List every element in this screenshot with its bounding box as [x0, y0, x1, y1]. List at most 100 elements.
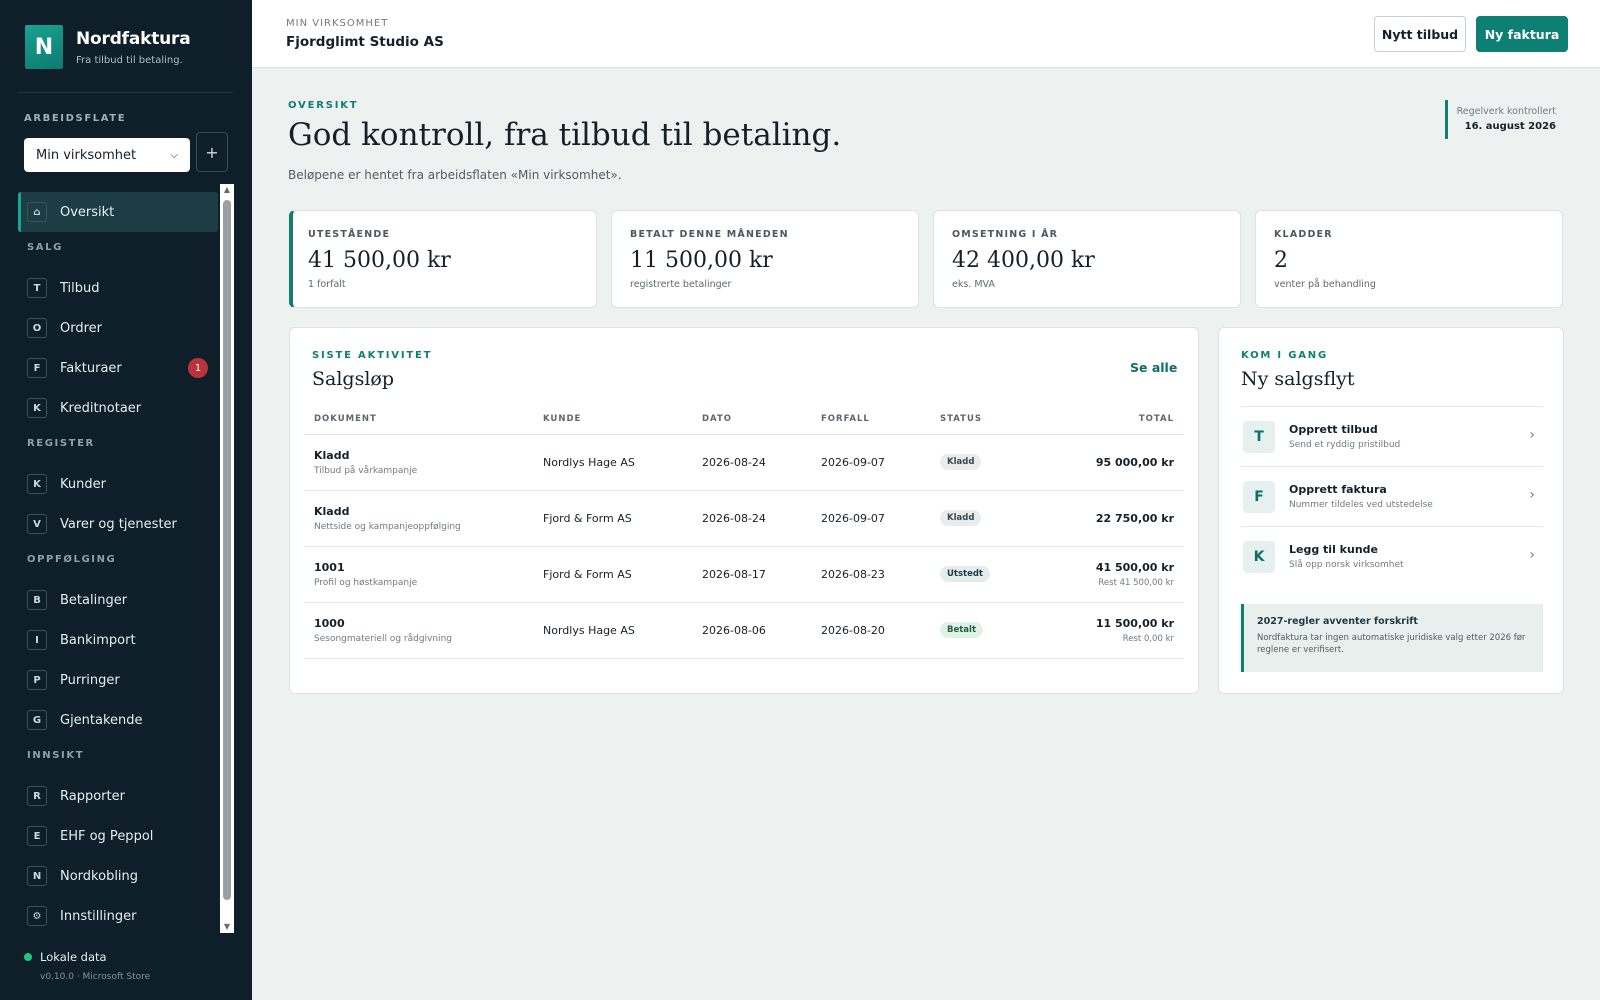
status-badge: Kladd — [940, 454, 982, 470]
brand[interactable]: N Nordfaktura Fra tilbud til betaling. — [25, 25, 191, 69]
sidebar-item-tilbud[interactable]: T Tilbud — [18, 268, 218, 308]
nav-section-label: SALG — [27, 242, 63, 253]
sidebar: N Nordfaktura Fra tilbud til betaling. A… — [0, 0, 252, 1000]
workspace-label: ARBEIDSFLATE — [24, 113, 127, 124]
due-cell: 2026-09-07 — [821, 490, 940, 547]
scroll-up-arrow-icon[interactable]: ▲ — [222, 185, 232, 195]
sidebar-nav: ⌂ Oversikt SALG T Tilbud O Ordrer F Fakturaer 1 K K… — [18, 190, 218, 933]
sidebar-item-gjentakende[interactable]: G Gjentakende — [18, 700, 218, 740]
remaining-amount: Rest 41 500,00 kr — [1098, 577, 1174, 588]
sidebar-item-innstillinger[interactable]: ⚙ Innstillinger — [18, 896, 218, 933]
activity-panel: SISTE AKTIVITET Salgsløp Se alle DOKUMEN… — [289, 327, 1199, 694]
action-subtitle: Send et ryddig pristilbud — [1289, 440, 1401, 450]
table-row[interactable]: Kladd Tilbud på vårkampanje Nordlys Hage A… — [304, 434, 1184, 491]
sidebar-item-purringer[interactable]: P Purringer — [18, 660, 218, 700]
status-badge: Betalt — [940, 622, 984, 638]
nav-key-icon: K — [27, 398, 47, 418]
sidebar-item-label: Innstillinger — [60, 908, 137, 924]
quick-action-opprett-faktura[interactable]: F Opprett faktura Nummer tildeles ved utst… — [1241, 466, 1543, 526]
see-all-link[interactable]: Se alle — [1130, 360, 1177, 375]
sidebar-item-label: Oversikt — [60, 204, 115, 220]
col-due: FORFALL — [821, 404, 940, 435]
nav-key-icon: ⌂ — [27, 202, 47, 222]
scroll-thumb[interactable] — [223, 200, 231, 900]
sidebar-item-kunder[interactable]: K Kunder — [18, 464, 218, 504]
local-data-status: Lokale data — [24, 950, 107, 964]
new-invoice-button[interactable]: Ny faktura — [1476, 16, 1568, 52]
sidebar-item-label: EHF og Peppol — [60, 828, 154, 844]
table-row[interactable]: 1000 Sesongmateriell og rådgivning Nordlys… — [304, 602, 1184, 659]
sidebar-item-ordrer[interactable]: O Ordrer — [18, 308, 218, 348]
stat-note: 1 forfalt — [308, 279, 346, 290]
sidebar-item-kreditnotaer[interactable]: K Kreditnotaer — [18, 388, 218, 428]
nav-key-icon: ⚙ — [27, 906, 47, 926]
scroll-down-arrow-icon[interactable]: ▼ — [222, 922, 232, 932]
app-name: Nordfaktura — [76, 29, 191, 49]
quick-action-legg-til-kunde[interactable]: K Legg til kunde Slå opp norsk virksomhet › — [1241, 526, 1543, 586]
nav-key-icon: T — [27, 278, 47, 298]
topbar: MIN VIRKSOMHET Fjordglimt Studio AS Nytt… — [252, 0, 1600, 68]
sidebar-item-rapporter[interactable]: R Rapporter — [18, 776, 218, 816]
sidebar-item-ehf-og-peppol[interactable]: E EHF og Peppol — [18, 816, 218, 856]
document-description: Tilbud på vårkampanje — [314, 465, 418, 476]
chevron-down-icon: ⌵ — [170, 149, 178, 161]
sidebar-item-oversikt[interactable]: ⌂ Oversikt — [18, 192, 218, 232]
stat-label: KLADDER — [1274, 229, 1333, 240]
sidebar-item-label: Betalinger — [60, 592, 128, 608]
sidebar-scrollbar[interactable]: ▲ ▼ — [220, 184, 234, 933]
table-header-row: DOKUMENT KUNDE DATO FORFALL STATUS TOTAL — [304, 404, 1184, 435]
regulation-check: Regelverk kontrollert 16. august 2026 — [1445, 100, 1556, 139]
activity-eyebrow: SISTE AKTIVITET — [312, 350, 433, 361]
sidebar-item-label: Ordrer — [60, 320, 103, 336]
workspace-select[interactable]: Min virksomhet ⌵ — [24, 138, 190, 172]
sidebar-item-label: Gjentakende — [60, 712, 143, 728]
page-subtitle: Beløpene er hentet fra arbeidsflaten «Mi… — [288, 168, 622, 182]
total-amount: 95 000,00 kr — [1095, 455, 1174, 469]
getting-started-title: Ny salgsflyt — [1241, 368, 1355, 390]
document-number: 1000 — [314, 616, 345, 630]
nav-key-icon: G — [27, 710, 47, 730]
nav-key-icon: B — [27, 590, 47, 610]
nav-section-label: INNSIKT — [27, 750, 85, 761]
nav-key-icon: E — [27, 826, 47, 846]
add-workspace-button[interactable]: + — [196, 132, 228, 172]
stat-value: 41 500,00 kr — [308, 248, 451, 273]
stat-card-outstanding: UTESTÅENDE 41 500,00 kr 1 forfalt — [289, 210, 597, 308]
activity-title: Salgsløp — [312, 368, 395, 390]
action-key-icon: F — [1243, 480, 1275, 513]
nav-section-label: REGISTER — [27, 438, 95, 449]
activity-table: DOKUMENT KUNDE DATO FORFALL STATUS TOTAL… — [304, 404, 1184, 659]
sidebar-item-varer-og-tjenester[interactable]: V Varer og tjenester — [18, 504, 218, 544]
company-label: MIN VIRKSOMHET — [286, 18, 389, 29]
action-key-icon: T — [1243, 420, 1275, 453]
due-cell: 2026-09-07 — [821, 434, 940, 491]
due-cell: 2026-08-23 — [821, 546, 940, 603]
col-total: TOTAL — [1050, 404, 1184, 435]
quick-action-opprett-tilbud[interactable]: T Opprett tilbud Send et ryddig pristilbud… — [1241, 406, 1543, 466]
remaining-amount: Rest 0,00 kr — [1122, 633, 1174, 644]
overview-eyebrow: OVERSIKT — [288, 100, 359, 111]
due-cell: 2026-08-20 — [821, 602, 940, 659]
date-cell: 2026-08-24 — [702, 434, 821, 491]
stat-note: venter på behandling — [1274, 279, 1376, 290]
getting-started-panel: KOM I GANG Ny salgsflyt T Opprett tilbud S… — [1218, 327, 1564, 694]
document-description: Nettside og kampanjeoppfølging — [314, 521, 461, 532]
notice-text: Nordfaktura tar ingen automatiske juridi… — [1257, 633, 1526, 655]
sidebar-item-label: Kreditnotaer — [60, 400, 142, 416]
new-offer-button[interactable]: Nytt tilbud — [1374, 16, 1466, 52]
sidebar-item-fakturaer[interactable]: F Fakturaer 1 — [18, 348, 218, 388]
document-number: Kladd — [314, 504, 350, 518]
document-number: 1001 — [314, 560, 345, 574]
chevron-right-icon: › — [1529, 547, 1535, 563]
sidebar-item-label: Bankimport — [60, 632, 136, 648]
action-title: Opprett tilbud — [1289, 423, 1378, 436]
nav-section-label: OPPFØLGING — [27, 554, 117, 565]
sidebar-item-bankimport[interactable]: I Bankimport — [18, 620, 218, 660]
date-cell: 2026-08-17 — [702, 546, 821, 603]
table-row[interactable]: 1001 Profil og høstkampanje Fjord & Form A… — [304, 546, 1184, 603]
table-row[interactable]: Kladd Nettside og kampanjeoppfølging Fjord… — [304, 490, 1184, 547]
sidebar-item-betalinger[interactable]: B Betalinger — [18, 580, 218, 620]
action-key-icon: K — [1243, 540, 1275, 573]
stat-value: 2 — [1274, 248, 1288, 273]
sidebar-item-nordkobling[interactable]: N Nordkobling — [18, 856, 218, 896]
